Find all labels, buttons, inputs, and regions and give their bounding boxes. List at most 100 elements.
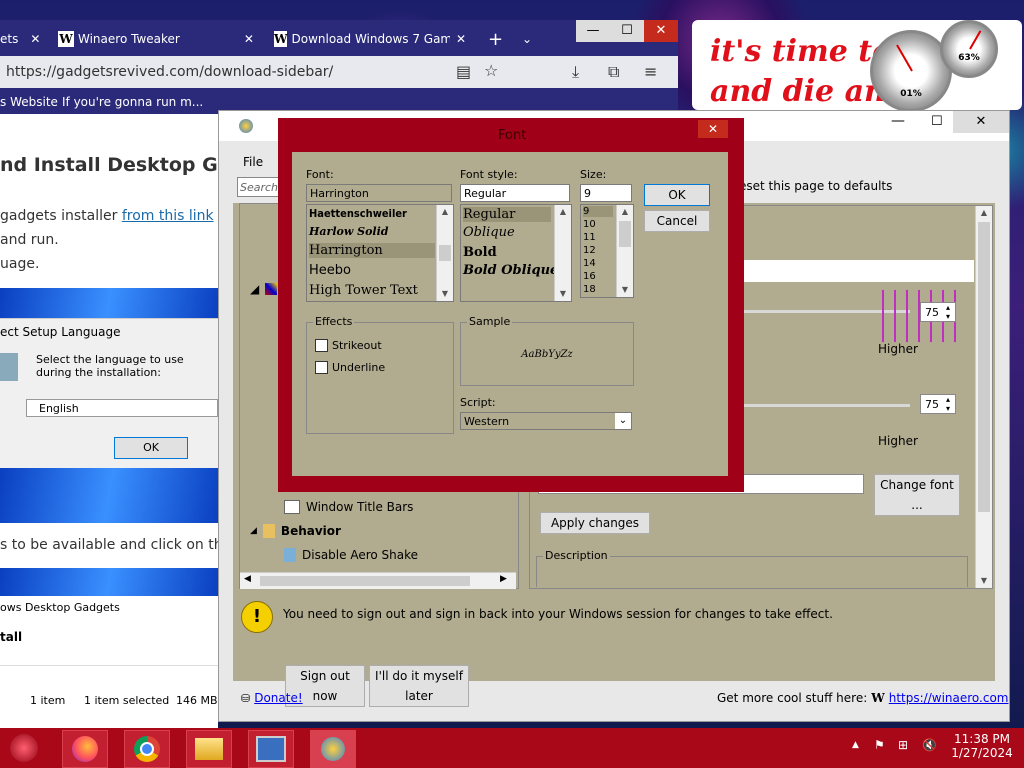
maximize-icon[interactable]: ☐	[931, 114, 943, 129]
font-cancel-button[interactable]: Cancel	[644, 210, 710, 232]
taskbar-firefox[interactable]	[62, 730, 108, 768]
tree-expander-icon[interactable]: ◢	[250, 282, 278, 296]
vertical-scrollbar[interactable]: ▲ ▼	[975, 206, 992, 588]
style-item[interactable]: Bold Oblique	[463, 263, 558, 278]
size-item[interactable]: 12	[583, 245, 596, 256]
tab-gadgets[interactable]: ets ✕	[0, 24, 50, 54]
underline-checkbox[interactable]: Underline	[315, 361, 385, 374]
scroll-down-icon[interactable]: ▼	[555, 287, 571, 301]
font-style-list[interactable]: Regular Oblique Bold Bold Oblique ▲ ▼	[460, 204, 572, 302]
download-link[interactable]: from this link	[122, 208, 214, 224]
close-window-icon[interactable]: ✕	[644, 20, 678, 42]
size-input[interactable]: 9	[580, 184, 632, 202]
tree-item-window-title-bars[interactable]: Window Title Bars	[284, 500, 413, 514]
font-item[interactable]: High Tower Text	[309, 283, 418, 298]
winaero-link[interactable]: https://winaero.com	[889, 691, 1009, 705]
scroll-left-icon[interactable]: ◀	[244, 574, 251, 584]
tab-winaero-tweaker[interactable]: W Winaero Tweaker ✕	[58, 24, 258, 54]
start-button[interactable]	[10, 734, 38, 762]
scroll-up-icon[interactable]: ▲	[617, 205, 633, 219]
chevron-down-icon[interactable]: ⌄	[522, 24, 532, 54]
size-item[interactable]: 14	[583, 258, 596, 269]
close-icon[interactable]: ✕	[698, 120, 728, 138]
scroll-down-icon[interactable]: ▼	[437, 287, 453, 301]
style-item[interactable]: Oblique	[463, 225, 515, 240]
strikeout-checkbox[interactable]: Strikeout	[315, 339, 382, 352]
tree-item-disable-aero-shake[interactable]: Disable Aero Shake	[284, 548, 418, 562]
horizontal-scrollbar[interactable]: ◀ ▶	[240, 572, 516, 589]
taskbar-network[interactable]	[248, 730, 294, 768]
new-tab-plus-icon[interactable]: +	[488, 24, 503, 54]
slider1-value-stepper[interactable]: 75	[920, 302, 956, 322]
reset-page-link[interactable]: eset this page to defaults	[739, 179, 892, 193]
scrollbar-thumb[interactable]	[619, 221, 631, 247]
scrollbar-thumb[interactable]	[978, 222, 990, 512]
font-item-selected[interactable]: Harrington	[309, 243, 435, 258]
tree-item-behavior[interactable]: ◢ Behavior	[250, 524, 341, 538]
font-item[interactable]: Harlow Solid	[309, 225, 388, 238]
scroll-up-icon[interactable]: ▲	[976, 206, 992, 220]
volume-muted-icon[interactable]: 🔇	[922, 738, 937, 752]
flag-icon[interactable]: ⚑	[874, 738, 885, 752]
size-item[interactable]: 11	[583, 232, 596, 243]
font-style-input[interactable]: Regular	[460, 184, 570, 202]
extensions-icon[interactable]: ⧉	[608, 62, 619, 82]
reader-view-icon[interactable]: ▤	[456, 62, 471, 81]
menu-icon[interactable]: ≡	[644, 62, 657, 81]
search-input[interactable]: Search	[237, 177, 281, 197]
scroll-down-icon[interactable]: ▼	[617, 283, 633, 297]
setup-icon	[0, 353, 18, 381]
setup-language-screenshot: ect Setup Language Select the language t…	[0, 318, 218, 469]
download-icon[interactable]: ⤓	[572, 62, 579, 82]
tray-chevron-up-icon[interactable]: ▲	[852, 740, 859, 750]
style-item[interactable]: Bold	[463, 245, 497, 260]
network-icon[interactable]: ⊞	[898, 738, 908, 752]
vertical-scrollbar[interactable]: ▲ ▼	[616, 205, 633, 297]
vertical-scrollbar[interactable]: ▲ ▼	[436, 205, 453, 301]
size-item[interactable]: 18	[583, 284, 596, 295]
script-select[interactable]: Western ⌄	[460, 412, 632, 430]
taskbar-winaero-tweaker[interactable]	[310, 730, 356, 768]
minimize-icon[interactable]: —	[891, 113, 905, 129]
bookmark-item[interactable]: If you're gonna run m...	[62, 95, 203, 109]
size-list[interactable]: 9 10 11 12 14 16 18 ▲ ▼	[580, 204, 634, 298]
scrollbar-thumb[interactable]	[439, 245, 451, 261]
apply-changes-button[interactable]: Apply changes	[540, 512, 650, 534]
close-icon[interactable]: ✕	[30, 32, 40, 46]
more-stuff-area: Get more cool stuff here: W https://wina…	[717, 691, 1009, 705]
font-ok-button[interactable]: OK	[644, 184, 710, 206]
font-item[interactable]: Heebo	[309, 263, 351, 278]
chevron-down-icon[interactable]: ⌄	[615, 413, 631, 429]
close-window-icon[interactable]: ✕	[953, 111, 1009, 133]
font-name-list[interactable]: Haettenschweiler Harlow Solid Harrington…	[306, 204, 454, 302]
vertical-scrollbar[interactable]: ▲ ▼	[554, 205, 571, 301]
change-font-button[interactable]: Change font ...	[874, 474, 960, 516]
menu-file[interactable]: File	[243, 155, 263, 169]
close-icon[interactable]: ✕	[456, 24, 466, 54]
bookmark-star-icon[interactable]: ☆	[484, 61, 498, 80]
taskbar-explorer[interactable]	[186, 730, 232, 768]
scroll-up-icon[interactable]: ▲	[555, 205, 571, 219]
size-item[interactable]: 16	[583, 271, 596, 282]
memory-gauge[interactable]: 63%	[940, 20, 998, 78]
close-icon[interactable]: ✕	[244, 32, 254, 46]
scroll-down-icon[interactable]: ▼	[976, 574, 992, 588]
donate-link[interactable]: Donate!	[254, 691, 302, 705]
maximize-icon[interactable]: ☐	[610, 20, 644, 42]
minimize-icon[interactable]: —	[576, 20, 610, 42]
size-item[interactable]: 10	[583, 219, 596, 230]
taskbar-chrome[interactable]	[124, 730, 170, 768]
address-bar[interactable]: https://gadgetsrevived.com/download-side…	[0, 56, 678, 88]
slider2-value-stepper[interactable]: 75	[920, 394, 956, 414]
do-it-myself-button[interactable]: I'll do it myself later	[369, 665, 469, 707]
font-item[interactable]: Haettenschweiler	[309, 207, 407, 220]
bookmark-item[interactable]: s Website	[0, 95, 58, 109]
clock[interactable]: 11:38 PM 1/27/2024	[950, 732, 1014, 760]
scrollbar-thumb[interactable]	[260, 576, 470, 586]
style-item-selected[interactable]: Regular	[463, 207, 551, 222]
tab-download-windows7-games[interactable]: W Download Windows 7 Game	[274, 24, 450, 54]
scroll-right-icon[interactable]: ▶	[500, 574, 507, 584]
size-item-selected[interactable]: 9	[583, 206, 613, 217]
scroll-up-icon[interactable]: ▲	[437, 205, 453, 219]
font-name-input[interactable]: Harrington	[306, 184, 452, 202]
